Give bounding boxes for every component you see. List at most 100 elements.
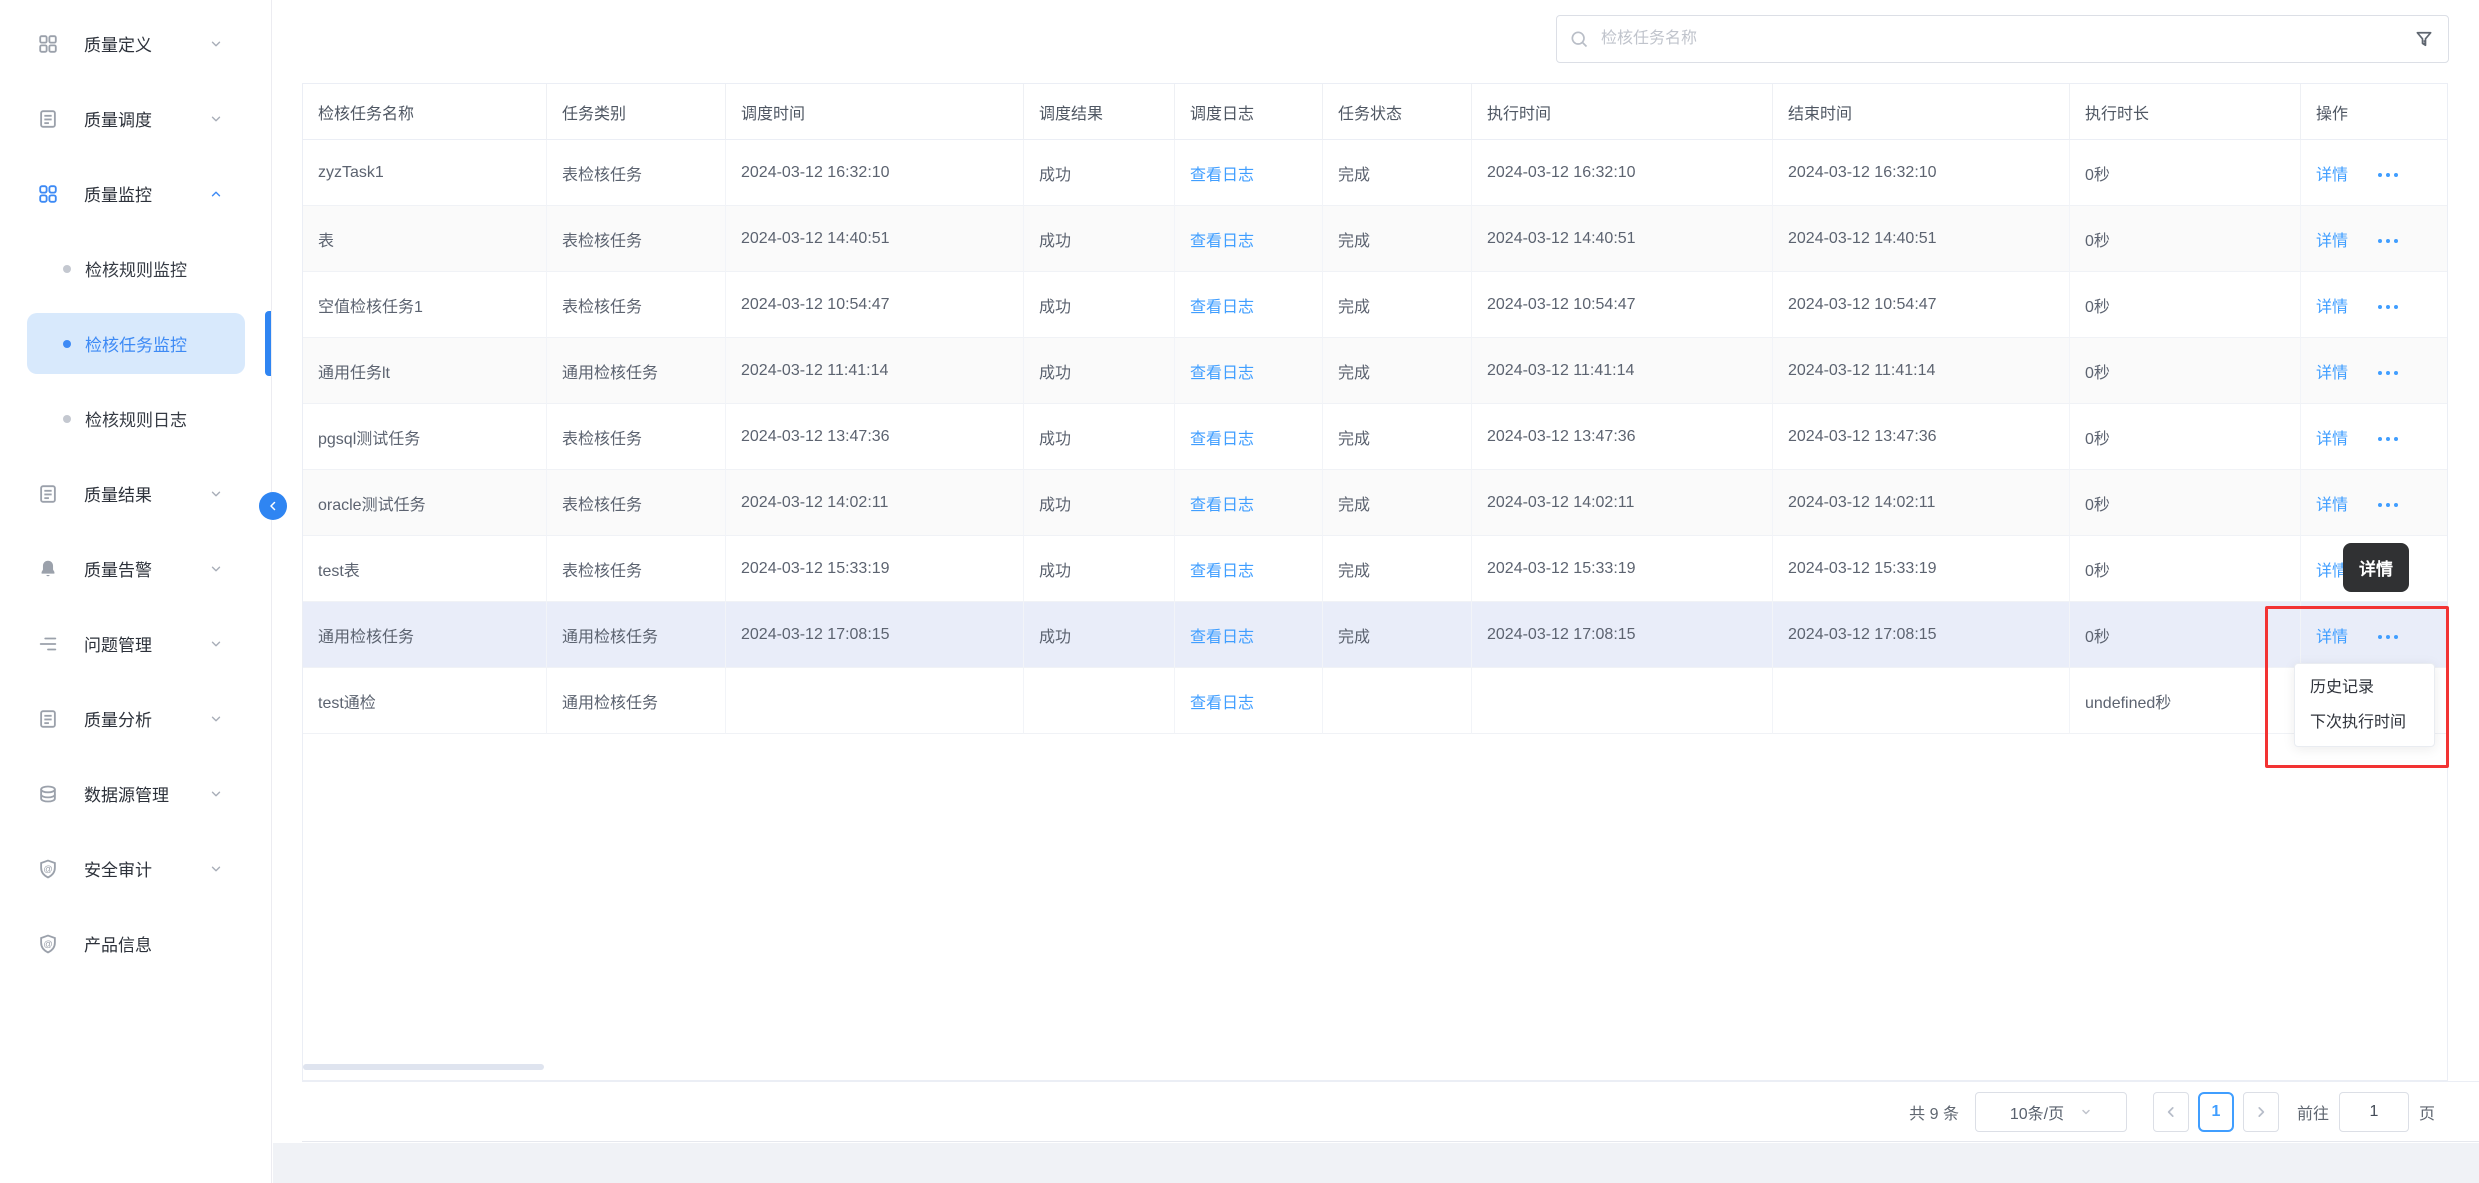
detail-link[interactable]: 详情 [2316,497,2348,514]
sidebar-item-product-info[interactable]: @ 产品信息 [0,906,271,981]
sidebar-item-label: 数据源管理 [84,781,169,806]
filter-funnel-icon[interactable] [2414,29,2434,49]
detail-link[interactable]: 详情 [2316,431,2348,448]
table-row: test表 表检核任务 2024-03-12 15:33:19 成功 查看日志 … [303,536,2447,602]
shield-at-icon: @ [37,858,59,880]
cell-task-name: 表 [303,206,547,272]
sidebar-item-quality-result[interactable]: 质量结果 [0,456,271,531]
chevron-down-icon [209,37,223,51]
cell-schedule-time: 2024-03-12 17:08:15 [726,602,1024,668]
page-size-value: 10条/页 [2010,1100,2064,1124]
detail-link[interactable]: 详情 [2316,233,2348,250]
cell-exec-time: 2024-03-12 11:41:14 [1472,338,1773,404]
chevron-left-icon [2164,1105,2178,1119]
view-log-link[interactable]: 查看日志 [1190,695,1254,712]
active-item-edge-bar [265,311,271,376]
sidebar-item-quality-monitoring[interactable]: 质量监控 [0,156,271,231]
table-row: 空值检核任务1 表检核任务 2024-03-12 10:54:47 成功 查看日… [303,272,2447,338]
more-actions-icon[interactable] [2378,305,2398,309]
sidebar-item-label: 质量分析 [84,706,152,731]
view-log-link[interactable]: 查看日志 [1190,365,1254,382]
shield-at-icon: @ [37,933,59,955]
column-header-end-time: 结束时间 [1773,84,2070,140]
tooltip-text: 详情 [2359,555,2393,580]
view-log-link[interactable]: 查看日志 [1190,629,1254,646]
page-size-select[interactable]: 10条/页 [1975,1092,2127,1132]
cell-actions: 详情 [2301,272,2447,338]
view-log-link[interactable]: 查看日志 [1190,563,1254,580]
view-log-link[interactable]: 查看日志 [1190,497,1254,514]
cell-exec-time [1472,668,1773,734]
detail-link[interactable]: 详情 [2316,629,2348,646]
goto-page-input[interactable]: 1 [2339,1092,2409,1132]
document-icon [37,108,59,130]
cell-end-time: 2024-03-12 15:33:19 [1773,536,2070,602]
chevron-down-icon [209,862,223,876]
bullet-dot-icon [63,340,71,348]
menu-item-next-exec-time[interactable]: 下次执行时间 [2295,705,2434,740]
view-log-link[interactable]: 查看日志 [1190,431,1254,448]
sidebar-item-task-monitor[interactable]: 检核任务监控 [0,306,271,381]
cell-task-category: 表检核任务 [547,470,726,536]
prev-page-button[interactable] [2153,1092,2189,1132]
table-row: oracle测试任务 表检核任务 2024-03-12 14:02:11 成功 … [303,470,2447,536]
sidebar: 质量定义 质量调度 质量监控 检核规则监控 检核任务监控 [0,0,272,1183]
view-log-link[interactable]: 查看日志 [1190,233,1254,250]
more-actions-icon[interactable] [2378,239,2398,243]
sidebar-item-quality-alert[interactable]: 质量告警 [0,531,271,606]
sidebar-collapse-button[interactable] [259,492,287,520]
more-actions-icon[interactable] [2378,437,2398,441]
more-actions-icon[interactable] [2378,173,2398,177]
sidebar-item-security-audit[interactable]: @ 安全审计 [0,831,271,906]
cell-duration: 0秒 [2070,536,2301,602]
column-header-schedule-log: 调度日志 [1175,84,1323,140]
cell-schedule-result [1024,668,1175,734]
svg-text:@: @ [43,938,52,948]
cell-schedule-log: 查看日志 [1175,536,1323,602]
sidebar-item-quality-definition[interactable]: 质量定义 [0,6,271,81]
sidebar-item-rule-monitor[interactable]: 检核规则监控 [0,231,271,306]
view-log-link[interactable]: 查看日志 [1190,167,1254,184]
more-actions-icon[interactable] [2378,503,2398,507]
detail-link[interactable]: 详情 [2316,365,2348,382]
detail-link[interactable]: 详情 [2316,167,2348,184]
cell-task-category: 表检核任务 [547,272,726,338]
more-actions-icon[interactable] [2378,371,2398,375]
sidebar-item-rule-log[interactable]: 检核规则日志 [0,381,271,456]
cell-end-time: 2024-03-12 11:41:14 [1773,338,2070,404]
sidebar-subitem-label: 检核规则监控 [85,256,187,281]
detail-link[interactable]: 详情 [2316,299,2348,316]
view-log-link[interactable]: 查看日志 [1190,299,1254,316]
menu-item-history[interactable]: 历史记录 [2295,670,2434,705]
sidebar-item-datasource-management[interactable]: 数据源管理 [0,756,271,831]
sidebar-item-label: 产品信息 [84,931,152,956]
sidebar-item-quality-scheduling[interactable]: 质量调度 [0,81,271,156]
horizontal-scrollbar-thumb[interactable] [303,1064,544,1070]
cell-task-status: 完成 [1323,206,1472,272]
cell-task-name: 通用任务lt [303,338,547,404]
current-page-button[interactable]: 1 [2198,1092,2234,1132]
more-actions-icon[interactable] [2378,635,2398,639]
cell-exec-time: 2024-03-12 16:32:10 [1472,140,1773,206]
cell-duration: 0秒 [2070,338,2301,404]
cell-exec-time: 2024-03-12 10:54:47 [1472,272,1773,338]
svg-text:@: @ [43,863,52,873]
cell-end-time: 2024-03-12 16:32:10 [1773,140,2070,206]
search-input[interactable] [1556,15,2449,63]
sidebar-menu: 质量定义 质量调度 质量监控 检核规则监控 检核任务监控 [0,0,271,981]
cell-task-name: 空值检核任务1 [303,272,547,338]
cell-schedule-result: 成功 [1024,338,1175,404]
cell-task-status: 完成 [1323,140,1472,206]
cell-task-name: 通用检核任务 [303,602,547,668]
cell-task-name: pgsql测试任务 [303,404,547,470]
actions-dropdown-menu: 历史记录 下次执行时间 [2294,663,2435,747]
cell-task-status: 完成 [1323,602,1472,668]
sidebar-item-issue-management[interactable]: 问题管理 [0,606,271,681]
column-header-exec-time: 执行时间 [1472,84,1773,140]
cell-task-name: test表 [303,536,547,602]
sidebar-item-quality-analysis[interactable]: 质量分析 [0,681,271,756]
table-header-row: 检核任务名称 任务类别 调度时间 调度结果 调度日志 任务状态 执行时间 结束时… [303,84,2447,140]
next-page-button[interactable] [2243,1092,2279,1132]
column-header-schedule-result: 调度结果 [1024,84,1175,140]
pagination-bar: 共 9 条 10条/页 1 前往 1 页 [302,1081,2479,1142]
